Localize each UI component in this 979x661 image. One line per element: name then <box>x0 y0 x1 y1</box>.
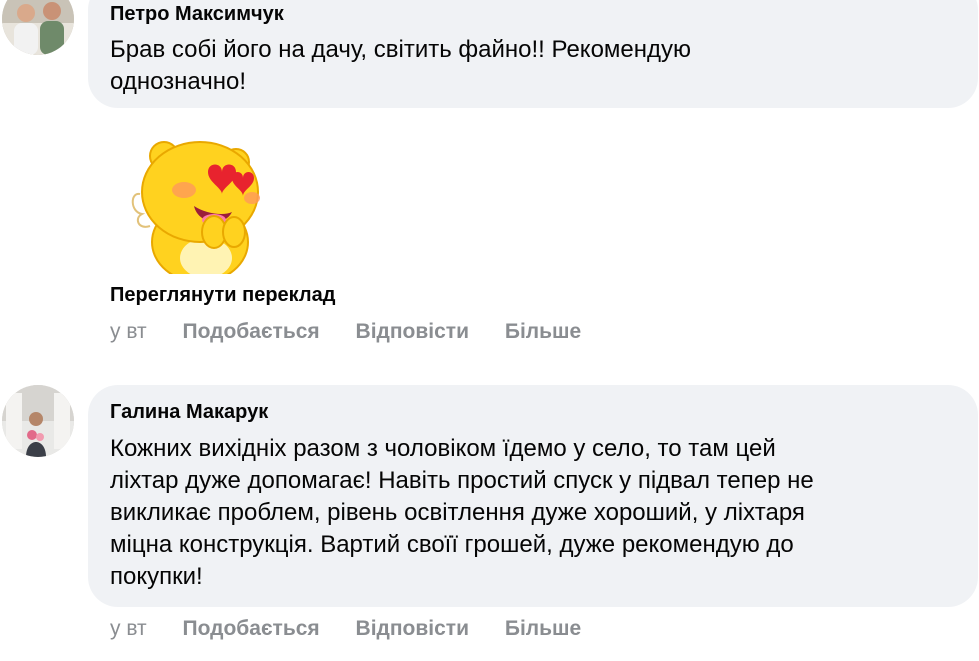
comment-text-line: покупки! <box>110 563 203 590</box>
more-button[interactable]: Більше <box>505 320 581 344</box>
reply-button[interactable]: Відповісти <box>356 617 469 641</box>
comment-bubble: Галина Макарук Кожних вихідніх разом з ч… <box>88 385 978 607</box>
comment-actions: у вт Подобається Відповісти Більше <box>110 617 611 641</box>
comment-text-line: Брав собі його на дачу, світить файно!! … <box>110 36 692 63</box>
more-button[interactable]: Більше <box>505 617 581 641</box>
like-button[interactable]: Подобається <box>183 320 320 344</box>
comment-author[interactable]: Петро Максимчук <box>110 2 956 26</box>
comment-text-line: міцна конструкція. Вартий своїї грошей, … <box>110 531 794 558</box>
see-translation-link[interactable]: Переглянути переклад <box>110 284 335 307</box>
comments-section: Петро Максимчук Брав собі його на дачу, … <box>0 0 979 661</box>
like-button[interactable]: Подобається <box>183 617 320 641</box>
comment-author[interactable]: Галина Макарук <box>110 400 956 424</box>
comment-text-line: ліхтар дуже допомагає! Навіть простий сп… <box>110 467 814 494</box>
reply-button[interactable]: Відповісти <box>356 320 469 344</box>
comment-timestamp[interactable]: у вт <box>110 320 147 344</box>
avatar[interactable] <box>2 0 74 55</box>
comment-text-line: Кожних вихідніх разом з чоловіком їдемо … <box>110 435 776 462</box>
sticker-icon <box>131 141 260 274</box>
comment-actions: у вт Подобається Відповісти Більше <box>110 320 611 344</box>
avatar[interactable] <box>2 385 74 457</box>
profile-photo-icon <box>2 385 74 457</box>
profile-photo-icon <box>2 0 74 55</box>
comment-text-line: однозначно! <box>110 68 247 95</box>
comment-timestamp[interactable]: у вт <box>110 617 147 641</box>
comment-bubble: Петро Максимчук Брав собі його на дачу, … <box>88 0 978 108</box>
heart-eyes-bear-sticker[interactable] <box>128 132 268 274</box>
comment-text-line: викликає проблем, рівень освітлення дуже… <box>110 499 805 526</box>
